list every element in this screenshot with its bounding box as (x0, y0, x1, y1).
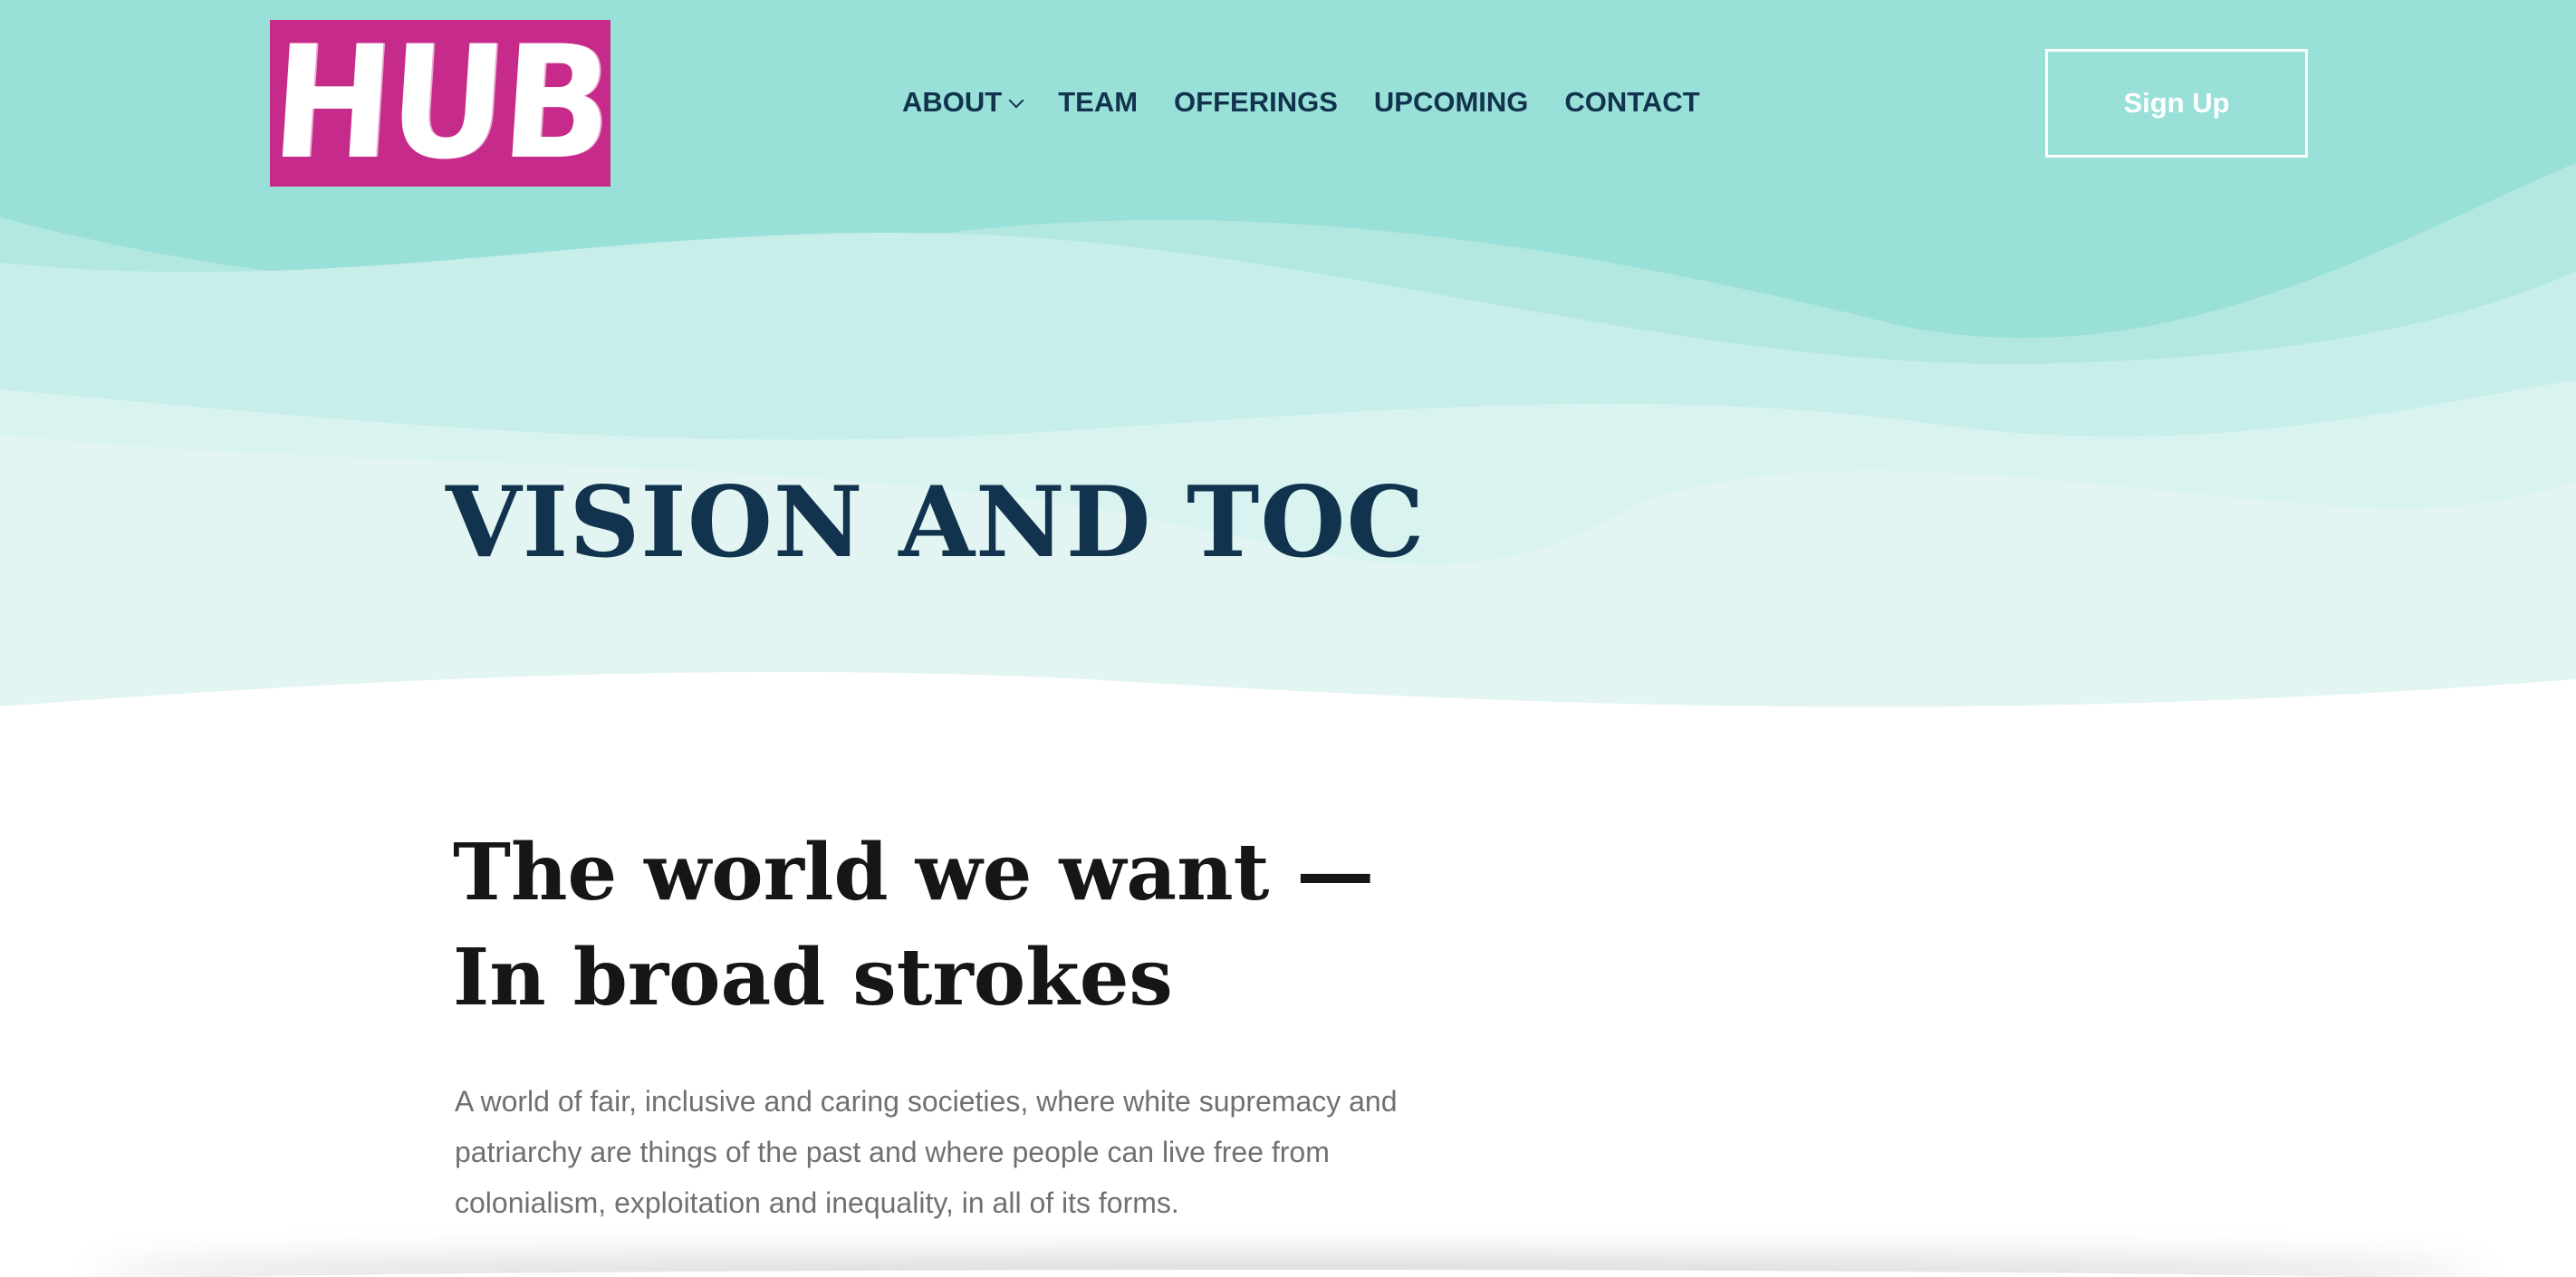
bottom-shadow-divider (91, 1270, 2485, 1277)
nav-item-about[interactable]: ABOUT (902, 86, 1024, 119)
nav-item-team-label: TEAM (1058, 86, 1139, 118)
nav-item-offerings-label: OFFERINGS (1174, 86, 1338, 118)
section-heading-line-1: The world we want — (453, 827, 1375, 918)
nav-item-about-label: ABOUT (902, 86, 1003, 118)
nav-item-contact[interactable]: CONTACT (1564, 86, 1699, 119)
nav-item-team[interactable]: TEAM (1058, 86, 1138, 119)
hub-logo[interactable]: HUB (270, 20, 610, 187)
nav-item-upcoming-label: UPCOMING (1373, 86, 1529, 118)
nav-item-upcoming[interactable]: UPCOMING (1374, 86, 1529, 119)
nav-item-offerings[interactable]: OFFERINGS (1174, 86, 1338, 119)
logo-text: HUB (270, 20, 610, 187)
section-heading: The world we want — In broad strokes (453, 821, 1540, 1031)
main-nav: ABOUT TEAM OFFERINGS UPCOMING CONTACT (902, 82, 1736, 123)
section-heading-line-2: In broad strokes (453, 932, 1173, 1023)
nav-item-contact-label: CONTACT (1564, 86, 1700, 118)
sign-up-button[interactable]: Sign Up (2045, 49, 2308, 158)
page-title: VISION AND TOC (446, 466, 1426, 580)
chevron-down-icon (1008, 92, 1024, 109)
vision-paragraph: A world of fair, inclusive and caring so… (455, 1085, 1398, 1219)
